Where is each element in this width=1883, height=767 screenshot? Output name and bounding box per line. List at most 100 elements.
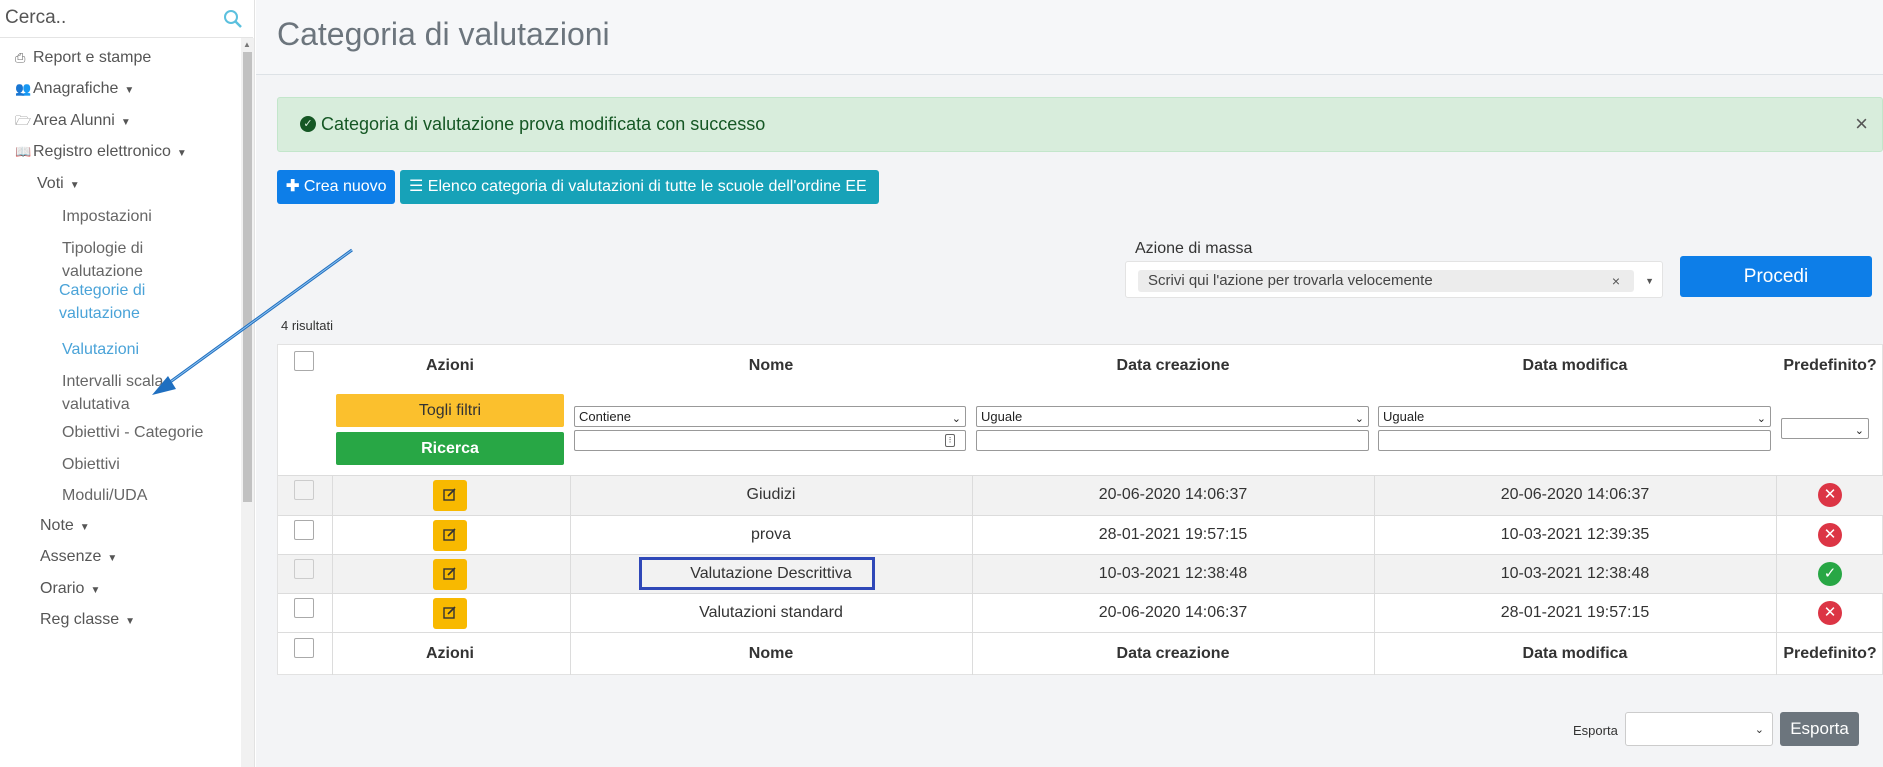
clear-icon[interactable]: ×: [1612, 270, 1620, 292]
sidebar-item-intervalli[interactable]: Intervalli scala valutativa: [62, 370, 163, 416]
scroll-up-icon[interactable]: ▲: [243, 40, 251, 49]
sidebar-item-categorie[interactable]: Categorie di valutazione: [59, 279, 145, 325]
chevron-down-icon: ⌄: [1854, 425, 1864, 437]
sidebar-item-moduli[interactable]: Moduli/UDA: [62, 484, 147, 507]
header-created[interactable]: Data creazione: [972, 357, 1374, 375]
sidebar-item-label: Obiettivi: [62, 456, 120, 473]
export-button[interactable]: Esporta: [1780, 712, 1859, 746]
list-all-button[interactable]: ☰ Elenco categoria di valutazioni di tut…: [400, 170, 879, 204]
modified-filter-operator[interactable]: Uguale ⌄: [1378, 406, 1771, 427]
header-modified[interactable]: Data modifica: [1374, 357, 1776, 375]
column-divider: [332, 475, 333, 675]
sidebar-item-note[interactable]: Note ▼: [40, 516, 90, 538]
created-filter-operator-value: Uguale: [981, 409, 1023, 424]
clear-filters-button[interactable]: Togli filtri: [336, 394, 564, 427]
caret-down-icon: ▼: [90, 585, 101, 596]
sidebar-scrollbar[interactable]: ▲: [241, 38, 254, 767]
sidebar-item-label: valutativa: [62, 396, 130, 413]
footer-default: Predefinito?: [1783, 645, 1877, 662]
main-content: Categoria di valutazioni ✓ Categoria di …: [256, 0, 1883, 767]
edit-button[interactable]: [433, 480, 467, 511]
list-icon: ☰: [409, 178, 424, 195]
sidebar-item-anagrafiche[interactable]: 👥 Anagrafiche ▼: [15, 79, 134, 101]
book-icon: 📖: [15, 144, 32, 159]
edit-button[interactable]: [433, 598, 467, 629]
chevron-down-icon: ⌄: [1354, 413, 1364, 425]
folder-open-icon: 🗁: [15, 113, 32, 128]
sidebar-item-report[interactable]: ⎙ Report e stampe: [15, 48, 151, 68]
edit-button[interactable]: [433, 520, 467, 551]
sidebar-item-tipologie[interactable]: Tipologie di valutazione: [62, 237, 143, 283]
row-name: Giudizi: [746, 486, 796, 503]
sidebar-item-label: Note: [40, 517, 74, 534]
sidebar-item-area-alunni[interactable]: 🗁 Area Alunni ▼: [15, 111, 131, 133]
column-divider: [1776, 475, 1777, 675]
plus-icon: ✚: [286, 178, 300, 195]
row-checkbox[interactable]: [294, 559, 314, 579]
keyboard-icon[interactable]: ⁝: [945, 434, 955, 447]
row-name: Valutazioni standard: [699, 604, 843, 621]
created-filter-input[interactable]: [976, 430, 1369, 451]
footer-name: Nome: [748, 645, 794, 662]
create-new-button[interactable]: ✚ Crea nuovo: [277, 170, 395, 204]
sidebar-item-orario[interactable]: Orario ▼: [40, 579, 100, 601]
header-default[interactable]: Predefinito?: [1776, 357, 1883, 375]
header-name[interactable]: Nome: [570, 357, 972, 375]
name-filter-operator[interactable]: Contiene ⌄: [574, 406, 966, 427]
sidebar-item-registro[interactable]: 📖 Registro elettronico ▼: [15, 142, 187, 164]
modified-filter-input[interactable]: [1378, 430, 1771, 451]
name-filter-input[interactable]: ⁝: [574, 430, 966, 451]
default-filter-select[interactable]: ⌄: [1781, 418, 1869, 439]
highlight-box: [639, 557, 875, 590]
header-actions: Azioni: [426, 357, 474, 374]
caret-down-icon: ▼: [125, 616, 136, 627]
sidebar-item-label: Orario: [40, 580, 85, 597]
column-divider: [1374, 475, 1375, 675]
sidebar-item-voti[interactable]: Voti ▼: [37, 174, 80, 196]
success-alert: ✓ Categoria di valutazione prova modific…: [277, 97, 1883, 152]
page-title: Categoria di valutazioni: [277, 16, 610, 52]
procedi-button[interactable]: Procedi: [1680, 256, 1872, 297]
results-count: 4 risultati: [281, 318, 334, 333]
sidebar-item-impostazioni[interactable]: Impostazioni: [62, 205, 152, 228]
export-format-select[interactable]: ⌄: [1625, 712, 1773, 746]
mass-action-chip[interactable]: Scrivi qui l'azione per trovarla velocem…: [1138, 270, 1634, 292]
caret-down-icon: ▼: [176, 148, 187, 159]
mass-action-label: Azione di massa: [1135, 240, 1253, 257]
row-modified: 20-06-2020 14:06:37: [1500, 486, 1650, 503]
sidebar-search: [0, 0, 253, 38]
select-all-checkbox[interactable]: [294, 351, 314, 371]
sidebar-item-label: Intervalli scala: [62, 373, 164, 390]
created-filter-operator[interactable]: Uguale ⌄: [976, 406, 1369, 427]
sidebar-item-assenze[interactable]: Assenze ▼: [40, 547, 117, 569]
edit-button[interactable]: [433, 559, 467, 590]
mass-action-select[interactable]: Scrivi qui l'azione per trovarla velocem…: [1125, 261, 1663, 298]
check-circle-icon: ✓: [300, 116, 316, 132]
row-checkbox[interactable]: [294, 598, 314, 618]
select-all-checkbox-footer[interactable]: [294, 638, 314, 658]
footer-actions: Azioni: [426, 645, 474, 662]
caret-down-icon[interactable]: ▼: [1645, 276, 1654, 286]
sidebar-item-obiettivi[interactable]: Obiettivi: [62, 453, 120, 476]
sidebar-item-reg-classe[interactable]: Reg classe ▼: [40, 610, 135, 632]
search-icon[interactable]: [223, 9, 243, 29]
search-button[interactable]: Ricerca: [336, 432, 564, 465]
table-footer: Azioni Nome Data creazione Data modifica…: [278, 632, 1883, 675]
chevron-down-icon: ⌄: [951, 413, 961, 425]
alert-text: Categoria di valutazione prova modificat…: [321, 114, 766, 134]
row-modified: 28-01-2021 19:57:15: [1500, 604, 1650, 621]
close-icon[interactable]: ×: [1855, 111, 1868, 137]
modified-filter-operator-value: Uguale: [1383, 409, 1425, 424]
table-row: prova 28-01-2021 19:57:15 10-03-2021 12:…: [278, 515, 1883, 554]
sidebar-item-valutazioni[interactable]: Valutazioni: [62, 338, 139, 361]
list-all-label: Elenco categoria di valutazioni di tutte…: [427, 178, 867, 195]
row-checkbox[interactable]: [294, 520, 314, 540]
caret-down-icon: ▼: [107, 553, 118, 564]
sidebar-item-obiettivi-categorie[interactable]: Obiettivi - Categorie: [62, 421, 203, 444]
scrollbar-thumb[interactable]: [243, 52, 252, 502]
sidebar-item-label: Tipologie di: [62, 240, 144, 257]
sidebar-item-label: Categorie di: [59, 282, 146, 299]
table-row: Giudizi 20-06-2020 14:06:37 20-06-2020 1…: [278, 475, 1883, 515]
search-input[interactable]: [0, 0, 220, 36]
row-checkbox[interactable]: [294, 480, 314, 500]
